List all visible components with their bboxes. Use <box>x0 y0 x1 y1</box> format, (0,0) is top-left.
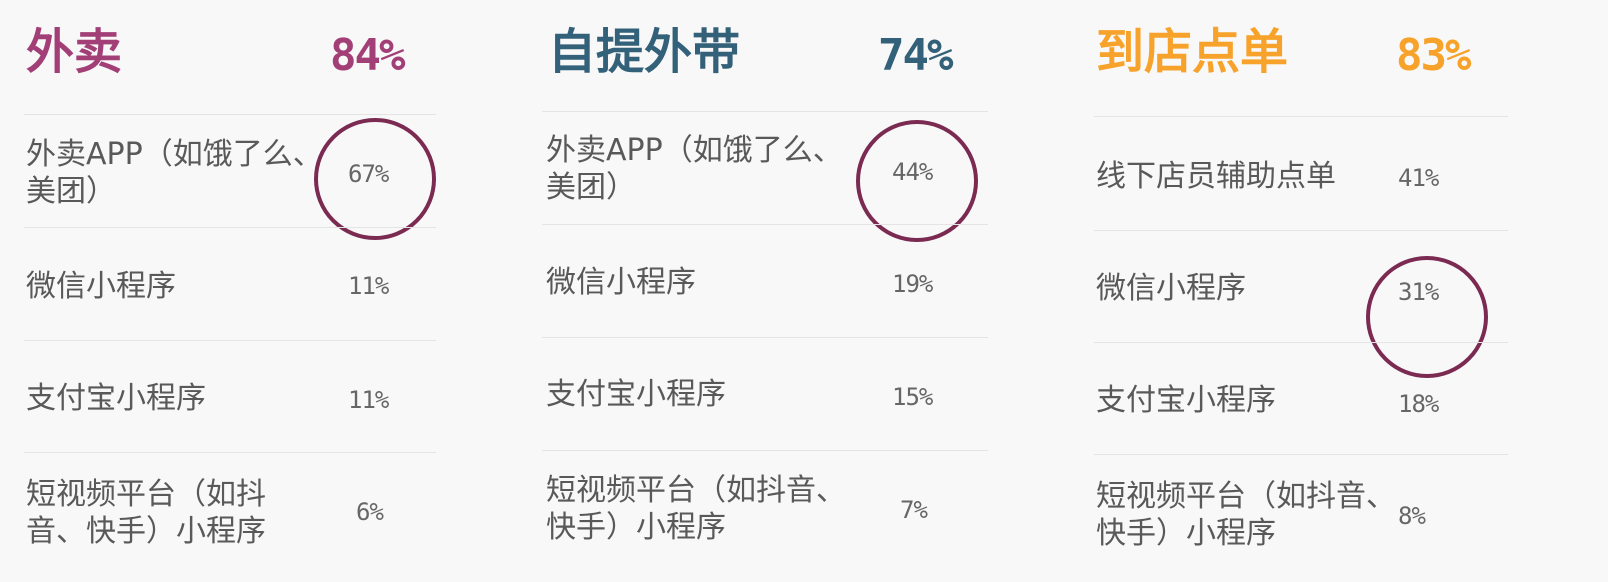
channel-percent: 18% <box>1398 390 1439 418</box>
channel-label: 支付宝小程序 <box>546 377 726 412</box>
row-divider <box>24 227 436 228</box>
panel-ziti: 自提外带 74% 外卖APP（如饿了么、 美团） 44% 微信小程序 19% 支… <box>536 0 1076 582</box>
row-divider <box>542 450 988 451</box>
panel-waimai: 外卖 84% 外卖APP（如饿了么、 美团） 67% 微信小程序 11% 支付宝… <box>0 0 560 582</box>
channel-percent: 7% <box>900 496 928 524</box>
row-divider <box>542 337 988 338</box>
panel-total-percent: 84% <box>330 30 405 81</box>
channel-label: 微信小程序 <box>1096 271 1246 306</box>
channel-percent: 11% <box>348 272 389 300</box>
panel-title: 到店点单 <box>1096 24 1289 80</box>
channel-percent: 41% <box>1398 164 1439 192</box>
channel-label: 支付宝小程序 <box>1096 383 1276 418</box>
channel-percent: 8% <box>1398 502 1426 530</box>
channel-label: 外卖APP（如饿了么、 美团） <box>26 137 323 209</box>
channel-label: 短视频平台（如抖音、 快手）小程序 <box>546 473 846 545</box>
channel-label: 微信小程序 <box>546 265 696 300</box>
row-divider <box>1094 230 1508 231</box>
row-divider <box>24 114 436 115</box>
row-divider <box>24 452 436 453</box>
channel-percent: 44% <box>892 158 933 186</box>
channel-label: 微信小程序 <box>26 269 176 304</box>
row-divider <box>1094 116 1508 117</box>
row-divider <box>542 224 988 225</box>
channel-label: 短视频平台（如抖 音、快手）小程序 <box>26 477 266 549</box>
highlight-circle <box>1366 256 1488 378</box>
channel-percent: 6% <box>356 498 384 526</box>
panel-total-percent: 74% <box>878 30 953 81</box>
channel-percent: 67% <box>348 160 389 188</box>
row-divider <box>542 111 988 112</box>
panel-total-percent: 83% <box>1396 30 1471 81</box>
channel-label: 短视频平台（如抖音、 快手）小程序 <box>1096 479 1396 551</box>
row-divider <box>1094 342 1508 343</box>
panel-title: 自提外带 <box>548 24 741 80</box>
row-divider <box>1094 454 1508 455</box>
channel-percent: 19% <box>892 270 933 298</box>
channel-label: 支付宝小程序 <box>26 381 206 416</box>
channel-percent: 15% <box>892 383 933 411</box>
panel-daodian: 到店点单 83% 线下店员辅助点单 41% 微信小程序 31% 支付宝小程序 1… <box>1090 0 1608 582</box>
channel-label: 外卖APP（如饿了么、 美团） <box>546 133 843 205</box>
channel-label: 线下店员辅助点单 <box>1096 159 1336 194</box>
panel-title: 外卖 <box>26 24 123 80</box>
channel-percent: 11% <box>348 386 389 414</box>
row-divider <box>24 340 436 341</box>
channel-percent: 31% <box>1398 278 1439 306</box>
